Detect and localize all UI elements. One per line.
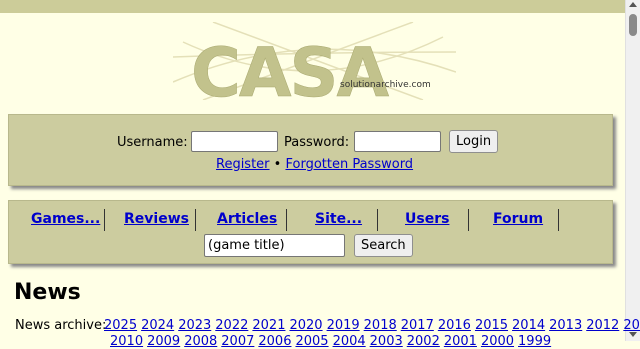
news-archive-year-link[interactable]: 1999	[518, 334, 551, 349]
username-label: Username:	[117, 135, 188, 150]
password-input[interactable]	[354, 131, 441, 152]
news-archive-year-link[interactable]: 2025	[104, 318, 137, 333]
news-archive-year-link[interactable]: 2001	[444, 334, 477, 349]
news-archive-year-link[interactable]: 2006	[258, 334, 291, 349]
nav-divider	[195, 209, 196, 231]
nav-divider	[377, 209, 378, 231]
news-archive-year-link[interactable]: 2016	[438, 318, 471, 333]
news-archive-year-link[interactable]: 2005	[295, 334, 328, 349]
news-archive-year-link[interactable]: 2009	[147, 334, 180, 349]
news-archive-year-link[interactable]: 2019	[327, 318, 360, 333]
news-archive-year-link[interactable]: 2018	[364, 318, 397, 333]
nav-forum[interactable]: Forum	[493, 211, 543, 227]
nav-divider	[286, 209, 287, 231]
nav-divider	[558, 209, 559, 231]
username-input[interactable]	[191, 131, 278, 152]
logo-letters: CASA	[191, 34, 390, 100]
news-archive-year-link[interactable]: 2007	[221, 334, 254, 349]
news-heading: News	[14, 280, 81, 305]
news-archive-year-link[interactable]: 2012	[586, 318, 619, 333]
link-separator: •	[273, 157, 282, 172]
news-archive-year-link[interactable]: 2022	[215, 318, 248, 333]
login-panel: Username: Password: Login Register • For…	[8, 114, 613, 186]
news-archive-year-link[interactable]: 2013	[549, 318, 582, 333]
news-archive-year-link[interactable]: 2008	[184, 334, 217, 349]
news-archive-year-link[interactable]: 2000	[481, 334, 514, 349]
news-archive-year-link[interactable]: 2002	[407, 334, 440, 349]
scroll-up-arrow-icon[interactable]	[629, 2, 637, 7]
nav-games[interactable]: Games...	[31, 211, 100, 227]
news-archive-year-link[interactable]: 2021	[252, 318, 285, 333]
password-label: Password:	[284, 135, 350, 150]
register-link[interactable]: Register	[216, 157, 270, 172]
top-strip	[0, 0, 626, 13]
news-archive-year-link[interactable]: 2003	[370, 334, 403, 349]
news-archive-label: News archive:	[15, 318, 107, 333]
news-archive-year-link[interactable]: 2024	[141, 318, 174, 333]
nav-divider	[468, 209, 469, 231]
news-archive-year-link[interactable]: 2020	[289, 318, 322, 333]
login-button[interactable]: Login	[449, 130, 499, 153]
nav-reviews[interactable]: Reviews	[124, 211, 189, 227]
search-button[interactable]: Search	[354, 234, 413, 257]
news-archive-year-link[interactable]: 2017	[401, 318, 434, 333]
nav-site[interactable]: Site...	[315, 211, 362, 227]
news-archive-year-link[interactable]: 2023	[178, 318, 211, 333]
news-archive-year-link[interactable]: 2010	[110, 334, 143, 349]
news-archive-year-link[interactable]: 2011	[623, 318, 640, 333]
vertical-scrollbar[interactable]	[625, 0, 640, 341]
nav-users[interactable]: Users	[405, 211, 449, 227]
nav-articles[interactable]: Articles	[217, 211, 277, 227]
news-archive-year-link[interactable]: 2015	[475, 318, 508, 333]
logo-subtitle: solutionarchive.com	[340, 80, 431, 90]
game-search-input[interactable]	[204, 234, 345, 257]
nav-divider	[104, 209, 105, 231]
news-archive-years-row1: 2025 2024 2023 2022 2021 2020 2019 2018 2017 2016…	[104, 318, 640, 333]
news-archive-year-link[interactable]: 2014	[512, 318, 545, 333]
news-archive-year-link[interactable]: 2004	[333, 334, 366, 349]
scrollbar-thumb[interactable]	[629, 14, 637, 36]
forgotten-password-link[interactable]: Forgotten Password	[285, 157, 413, 172]
news-archive-years-row2: 2010 2009 2008 2007 2006 2005 2004 2003 2002 2001…	[110, 334, 555, 349]
nav-panel: Games... Reviews Articles Site... Users …	[8, 200, 613, 264]
